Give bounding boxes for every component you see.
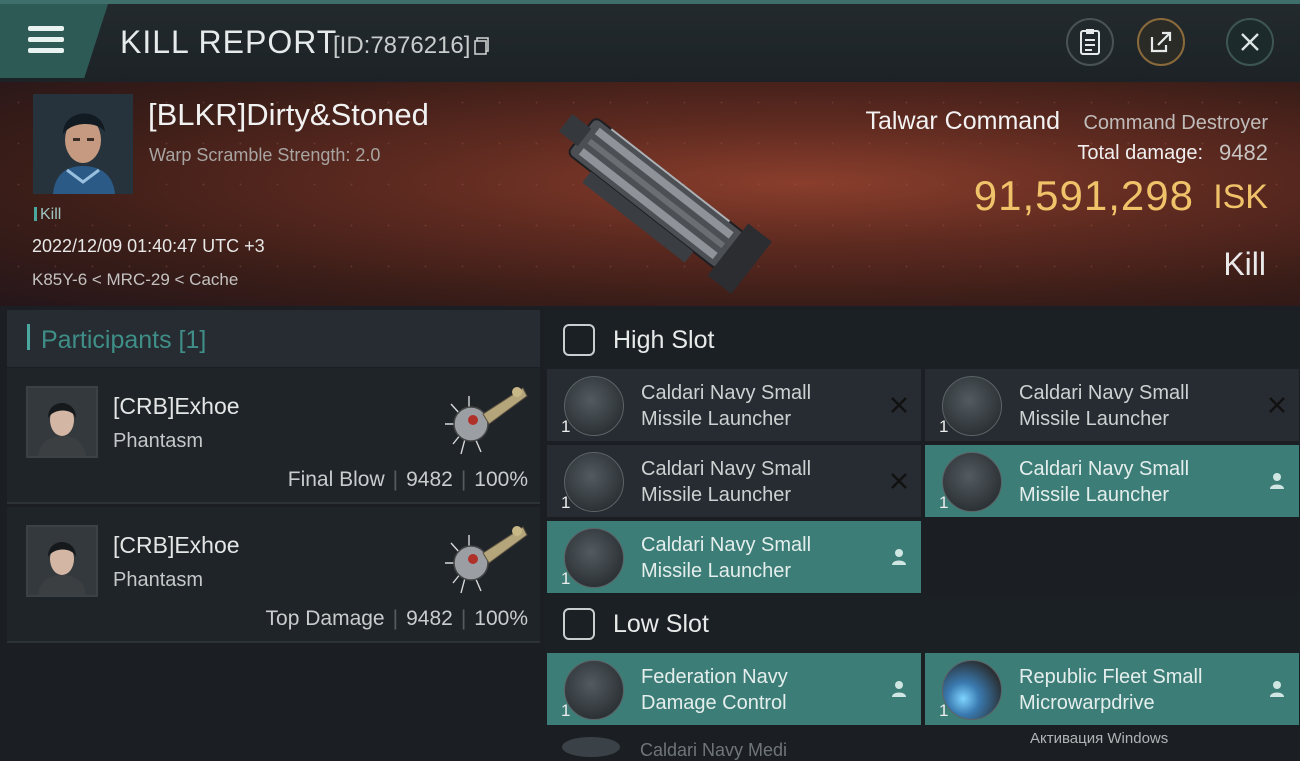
participant-ship: Phantasm xyxy=(113,430,204,452)
module-quantity: 1 xyxy=(561,701,571,720)
victim-subtitle: Warp Scramble Strength: 2.0 xyxy=(149,145,381,165)
participant-row[interactable]: [CRB]Exhoe Phantasm Final Blow | 9482 | 100% xyxy=(7,368,540,504)
dropped-person-icon xyxy=(892,681,906,697)
participant-ship: Phantasm xyxy=(113,569,204,591)
dropped-person-icon xyxy=(892,549,906,565)
module-quantity: 1 xyxy=(939,493,949,512)
participant-stats: Final Blow | 9482 | 100% xyxy=(287,468,528,491)
participants-title: Participants [1] xyxy=(41,326,207,354)
module-quantity: 1 xyxy=(939,701,949,720)
kill-location[interactable]: K85Y-6 < MRC-29 < Cache xyxy=(32,270,238,290)
clipboard-icon xyxy=(1080,29,1100,55)
page-title: KILL REPORT xyxy=(120,24,338,60)
menu-icon-line xyxy=(28,48,64,53)
module-name: Republic Fleet Small Microwarpdrive xyxy=(1019,666,1203,714)
low-slot-header: Low Slot xyxy=(545,594,1300,656)
missile-launcher-icon xyxy=(564,376,624,436)
participant-portrait-image xyxy=(28,527,96,595)
module-item[interactable]: 1 Caldari Navy Small Missile Launcher xyxy=(925,369,1299,441)
copy-icon[interactable] xyxy=(474,37,490,55)
module-name: Caldari Navy Small Missile Launcher xyxy=(641,382,812,430)
module-icon-partial xyxy=(562,737,620,757)
missile-launcher-icon xyxy=(942,452,1002,512)
destroyed-icon xyxy=(1269,397,1285,413)
close-icon xyxy=(1241,33,1259,51)
kill-tag: Kill xyxy=(34,206,61,224)
participant-avatar[interactable] xyxy=(26,386,98,458)
module-quantity: 1 xyxy=(561,569,571,588)
dropped-person-icon xyxy=(1270,681,1284,697)
victim-name[interactable]: [BLKR]Dirty&Stoned xyxy=(148,97,429,133)
low-slot-icon xyxy=(563,608,595,640)
share-button[interactable] xyxy=(1137,18,1185,66)
module-quantity: 1 xyxy=(939,417,949,436)
missile-launcher-icon xyxy=(564,528,624,588)
module-quantity: 1 xyxy=(561,417,571,436)
os-watermark: Активация Windows xyxy=(1030,730,1169,747)
close-button[interactable] xyxy=(1226,18,1274,66)
module-item[interactable]: 1 Federation Navy Damage Control xyxy=(547,653,921,725)
module-item[interactable]: 1 Caldari Navy Small Missile Launcher xyxy=(925,445,1299,517)
low-slot-title: Low Slot xyxy=(613,610,709,638)
participant-row[interactable]: [CRB]Exhoe Phantasm Top Damage | 9482 | 100% xyxy=(7,507,540,643)
participant-ship-image xyxy=(445,526,528,594)
kill-datetime: 2022/12/09 01:40:47 UTC +3 xyxy=(32,236,265,256)
share-icon xyxy=(1150,31,1172,53)
participant-portrait-image xyxy=(28,388,96,456)
menu-icon xyxy=(28,26,64,31)
participant-avatar[interactable] xyxy=(26,525,98,597)
total-damage-label: Total damage: xyxy=(1077,142,1203,164)
report-id[interactable]: [ID:7876216] xyxy=(333,32,490,60)
destroyed-icon xyxy=(891,473,907,489)
menu-icon-line xyxy=(28,37,64,42)
module-item[interactable]: 1 Caldari Navy Small Missile Launcher xyxy=(547,521,921,593)
ship-name[interactable]: Talwar Command xyxy=(865,107,1060,136)
missile-launcher-icon xyxy=(564,452,624,512)
module-name: Caldari Navy Small Missile Launcher xyxy=(641,534,812,582)
outcome-label: Kill xyxy=(1223,246,1266,282)
ship-class: Command Destroyer xyxy=(1083,112,1268,134)
victim-portrait-image xyxy=(33,94,133,194)
high-slot-title: High Slot xyxy=(613,326,715,354)
participant-name[interactable]: [CRB]Exhoe xyxy=(113,393,240,420)
damage-control-icon xyxy=(564,660,624,720)
high-slot-header: High Slot xyxy=(545,310,1300,372)
participant-name[interactable]: [CRB]Exhoe xyxy=(113,532,240,559)
module-item[interactable]: 1 Caldari Navy Small Missile Launcher xyxy=(547,369,921,441)
module-item[interactable]: 1 Republic Fleet Small Microwarpdrive xyxy=(925,653,1299,725)
missile-launcher-icon xyxy=(942,376,1002,436)
module-name: Federation Navy Damage Control xyxy=(641,666,788,714)
module-item[interactable]: 1 Caldari Navy Small Missile Launcher xyxy=(547,445,921,517)
high-slot-icon xyxy=(563,324,595,356)
module-name: Caldari Navy Small Missile Launcher xyxy=(1019,382,1190,430)
module-name-partial: Caldari Navy Medi xyxy=(640,740,788,760)
destroyed-icon xyxy=(891,397,907,413)
isk-value: 91,591,298 xyxy=(973,172,1194,219)
participant-ship-image xyxy=(445,387,528,455)
ship-render xyxy=(558,113,772,294)
module-name: Caldari Navy Small Missile Launcher xyxy=(1019,458,1190,506)
victim-avatar[interactable] xyxy=(33,94,133,194)
clipboard-button[interactable] xyxy=(1066,18,1114,66)
microwarpdrive-icon xyxy=(942,660,1002,720)
dropped-person-icon xyxy=(1270,473,1284,489)
total-damage-value: 9482 xyxy=(1219,140,1268,165)
isk-unit: ISK xyxy=(1213,178,1268,216)
participant-stats: Top Damage | 9482 | 100% xyxy=(265,607,528,630)
module-quantity: 1 xyxy=(561,493,571,512)
module-name: Caldari Navy Small Missile Launcher xyxy=(641,458,812,506)
